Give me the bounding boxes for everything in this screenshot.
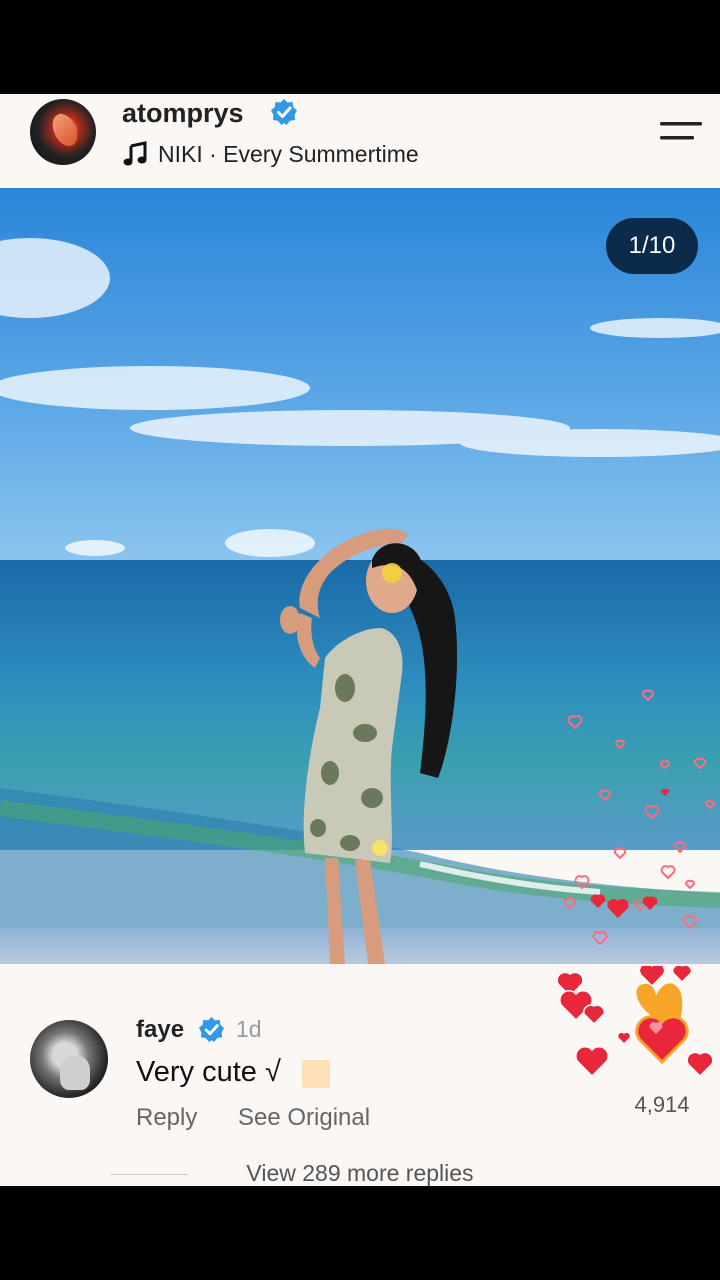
music-row[interactable]: NIKI · Every Summertime xyxy=(122,138,419,170)
post-header: atomprys NIKI · Every Summertime xyxy=(0,94,720,188)
emoji-icon xyxy=(302,1060,330,1088)
image-counter: 1/10 xyxy=(606,218,698,274)
music-note-icon xyxy=(123,141,147,166)
heart-icon[interactable] xyxy=(552,966,720,1088)
view-more-replies-link[interactable]: View 289 more replies xyxy=(0,1160,720,1186)
like-count: 4,914 xyxy=(634,1092,690,1117)
verified-badge-icon xyxy=(271,99,297,125)
comment-verified-badge-icon xyxy=(198,1016,225,1043)
comment-author[interactable]: faye xyxy=(136,1016,184,1044)
comment-text: Very cute √ xyxy=(136,1056,281,1088)
author-avatar[interactable] xyxy=(30,99,96,165)
music-label: NIKI · Every Summertime xyxy=(158,140,419,167)
comment-time: 1d xyxy=(236,1016,262,1042)
commenter-avatar[interactable] xyxy=(30,1020,108,1098)
see-original-button[interactable]: See Original xyxy=(238,1104,370,1132)
reply-button[interactable]: Reply xyxy=(136,1104,197,1132)
menu-icon[interactable] xyxy=(656,116,704,148)
post-screen: atomprys NIKI · Every Summertime 1/10 fa… xyxy=(0,94,720,1186)
beach xyxy=(0,928,720,964)
author-username[interactable]: atomprys xyxy=(122,98,244,129)
post-photo[interactable] xyxy=(0,188,720,964)
